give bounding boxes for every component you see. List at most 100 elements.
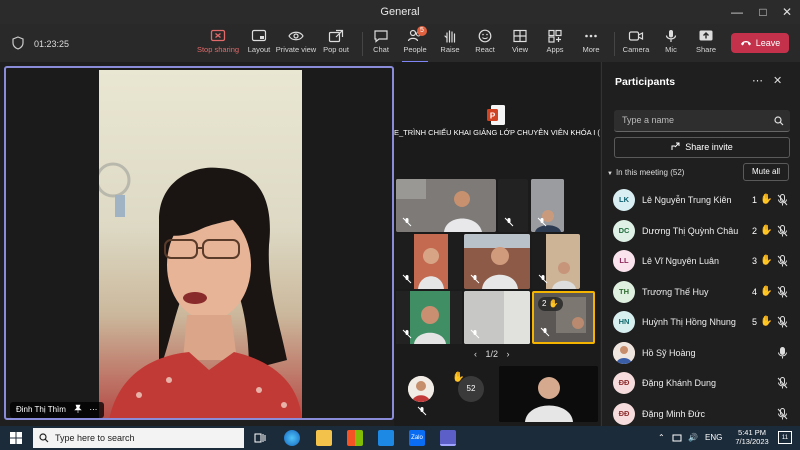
video-tile-hand-raised[interactable]: 2 ✋ [532, 291, 595, 344]
leave-button[interactable]: Leave [731, 33, 789, 53]
file-explorer-icon[interactable] [316, 430, 332, 446]
muted-mic-icon[interactable] [777, 255, 788, 267]
raised-hand-badge: 2 ✋ [538, 297, 563, 311]
main-video-stage[interactable]: Đinh Thị Thìm ⋯ [4, 66, 394, 420]
share-icon [671, 142, 680, 150]
private-view-button[interactable]: Private view [274, 27, 318, 61]
video-tile[interactable] [464, 234, 530, 289]
video-tile[interactable] [498, 179, 528, 232]
volume-icon[interactable]: 🔊 [688, 433, 698, 442]
network-icon[interactable] [672, 433, 682, 443]
show-hidden-icons-icon[interactable]: ⌃ [658, 433, 665, 442]
participant-row[interactable]: DC Dương Thị Quỳnh Châu 2 ✋ [602, 217, 800, 247]
minimize-icon[interactable]: — [728, 3, 746, 21]
hand-icon: ✋ [760, 285, 773, 297]
muted-mic-icon [470, 329, 480, 339]
participant-video [499, 366, 598, 422]
speaker-video [99, 70, 302, 418]
muted-mic-icon [402, 329, 412, 339]
eye-icon [288, 31, 304, 41]
windows-start-icon[interactable] [10, 432, 22, 444]
video-tile[interactable] [396, 234, 462, 289]
pop-out-button[interactable]: Pop out [313, 27, 359, 61]
clock-time: 5:41 PM [738, 428, 766, 437]
muted-mic-icon[interactable] [777, 316, 788, 328]
private-view-label: Private view [275, 45, 317, 54]
teams-icon[interactable] [440, 430, 456, 446]
task-view-icon[interactable] [254, 432, 266, 444]
zalo-icon[interactable]: Zalo [409, 430, 425, 446]
edge-icon[interactable] [284, 430, 300, 446]
muted-mic-icon[interactable] [777, 377, 788, 389]
svg-text:P: P [490, 112, 496, 121]
participant-name: Dương Thị Quỳnh Châu [642, 225, 739, 236]
participant-photo [613, 341, 635, 364]
notification-center-icon[interactable]: 11 [778, 431, 792, 444]
muted-mic-icon[interactable] [777, 407, 788, 420]
overflow-participants-count[interactable]: 52 [458, 376, 484, 402]
in-meeting-section-header[interactable]: ▼ In this meeting (52) [607, 168, 684, 177]
self-video-tile[interactable] [499, 366, 598, 422]
video-tile[interactable] [532, 234, 580, 289]
participant-row[interactable]: LL Lê Vĩ Nguyên Luân 3 ✋ [602, 247, 800, 277]
mail-icon[interactable] [378, 430, 394, 446]
muted-mic-icon[interactable] [777, 285, 788, 298]
avatar[interactable] [408, 376, 434, 402]
participant-search-input[interactable]: Type a name [614, 110, 790, 132]
participant-name: Lê Vĩ Nguyên Luân [642, 256, 720, 266]
participant-row[interactable]: Hồ Sỹ Hoàng [602, 339, 800, 369]
chat-icon [374, 30, 388, 43]
people-count-badge: 5 [417, 26, 427, 36]
video-tile[interactable] [396, 291, 462, 344]
muted-mic-icon[interactable] [777, 194, 788, 206]
pop-out-label: Pop out [323, 45, 349, 54]
taskbar-search-box[interactable]: Type here to search [33, 428, 244, 448]
language-indicator[interactable]: ENG [705, 433, 722, 442]
shared-content-tile[interactable]: P E_TRÌNH CHIẾU KHAI GIẢNG LỚP CHUYÊN VI… [394, 100, 600, 162]
hand-icon: ✋ [760, 224, 773, 236]
share-button[interactable]: Share [683, 27, 729, 61]
avatar: TH [613, 280, 635, 303]
participant-name: Trương Thế Huy [642, 286, 709, 297]
pin-icon[interactable] [74, 404, 82, 413]
mute-all-button[interactable]: Mute all [743, 163, 789, 181]
speaker-name-tag: Đinh Thị Thìm ⋯ [10, 402, 105, 418]
close-icon[interactable]: ✕ [778, 3, 796, 21]
avatar: ĐĐ [613, 402, 635, 425]
share-invite-button[interactable]: Share invite [614, 137, 790, 158]
prev-page-icon[interactable]: ‹ [474, 349, 477, 359]
participant-name: Huỳnh Thị Hồng Nhung [642, 317, 736, 327]
muted-mic-icon [537, 217, 547, 227]
mic-icon[interactable] [777, 346, 788, 359]
microsoft-store-icon[interactable] [347, 430, 363, 446]
share-screen-icon [699, 30, 713, 41]
raised-hand-order: 2 [542, 299, 547, 308]
taskbar-search-placeholder: Type here to search [55, 433, 135, 443]
next-page-icon[interactable]: › [507, 349, 510, 359]
participant-row[interactable]: ĐĐ Đặng Minh Đức [602, 400, 800, 430]
panel-more-icon[interactable]: ⋯ [752, 74, 764, 87]
participant-row[interactable]: ĐĐ Đặng Khánh Dung [602, 369, 800, 399]
panel-close-icon[interactable]: ✕ [773, 74, 782, 87]
video-tile[interactable] [396, 179, 496, 232]
page-indicator: 1/2 [485, 349, 499, 359]
avatar: DC [613, 219, 635, 242]
stop-sharing-button[interactable]: Stop sharing [194, 27, 242, 61]
raised-hand-order: 4 [752, 286, 758, 297]
participant-photo [408, 376, 434, 402]
search-icon [774, 116, 784, 126]
participant-row[interactable]: TH Trương Thế Huy 4 ✋ [602, 278, 800, 308]
participant-row[interactable]: LK Lê Nguyễn Trung Kiên 1 ✋ [602, 186, 800, 216]
avatar: LK [613, 189, 635, 211]
more-button[interactable]: More [568, 27, 614, 61]
muted-mic-icon [402, 217, 412, 227]
video-tile[interactable] [464, 291, 530, 344]
muted-mic-icon [538, 274, 548, 284]
muted-mic-icon[interactable] [777, 224, 788, 237]
participant-row[interactable]: HN Huỳnh Thị Hồng Nhung 5 ✋ [602, 308, 800, 338]
more-options-icon[interactable]: ⋯ [89, 405, 98, 414]
clock[interactable]: 5:41 PM 7/13/2023 [732, 428, 772, 446]
speaker-name: Đinh Thị Thìm [16, 405, 66, 414]
maximize-icon[interactable]: □ [754, 3, 772, 21]
video-tile[interactable] [531, 179, 564, 232]
